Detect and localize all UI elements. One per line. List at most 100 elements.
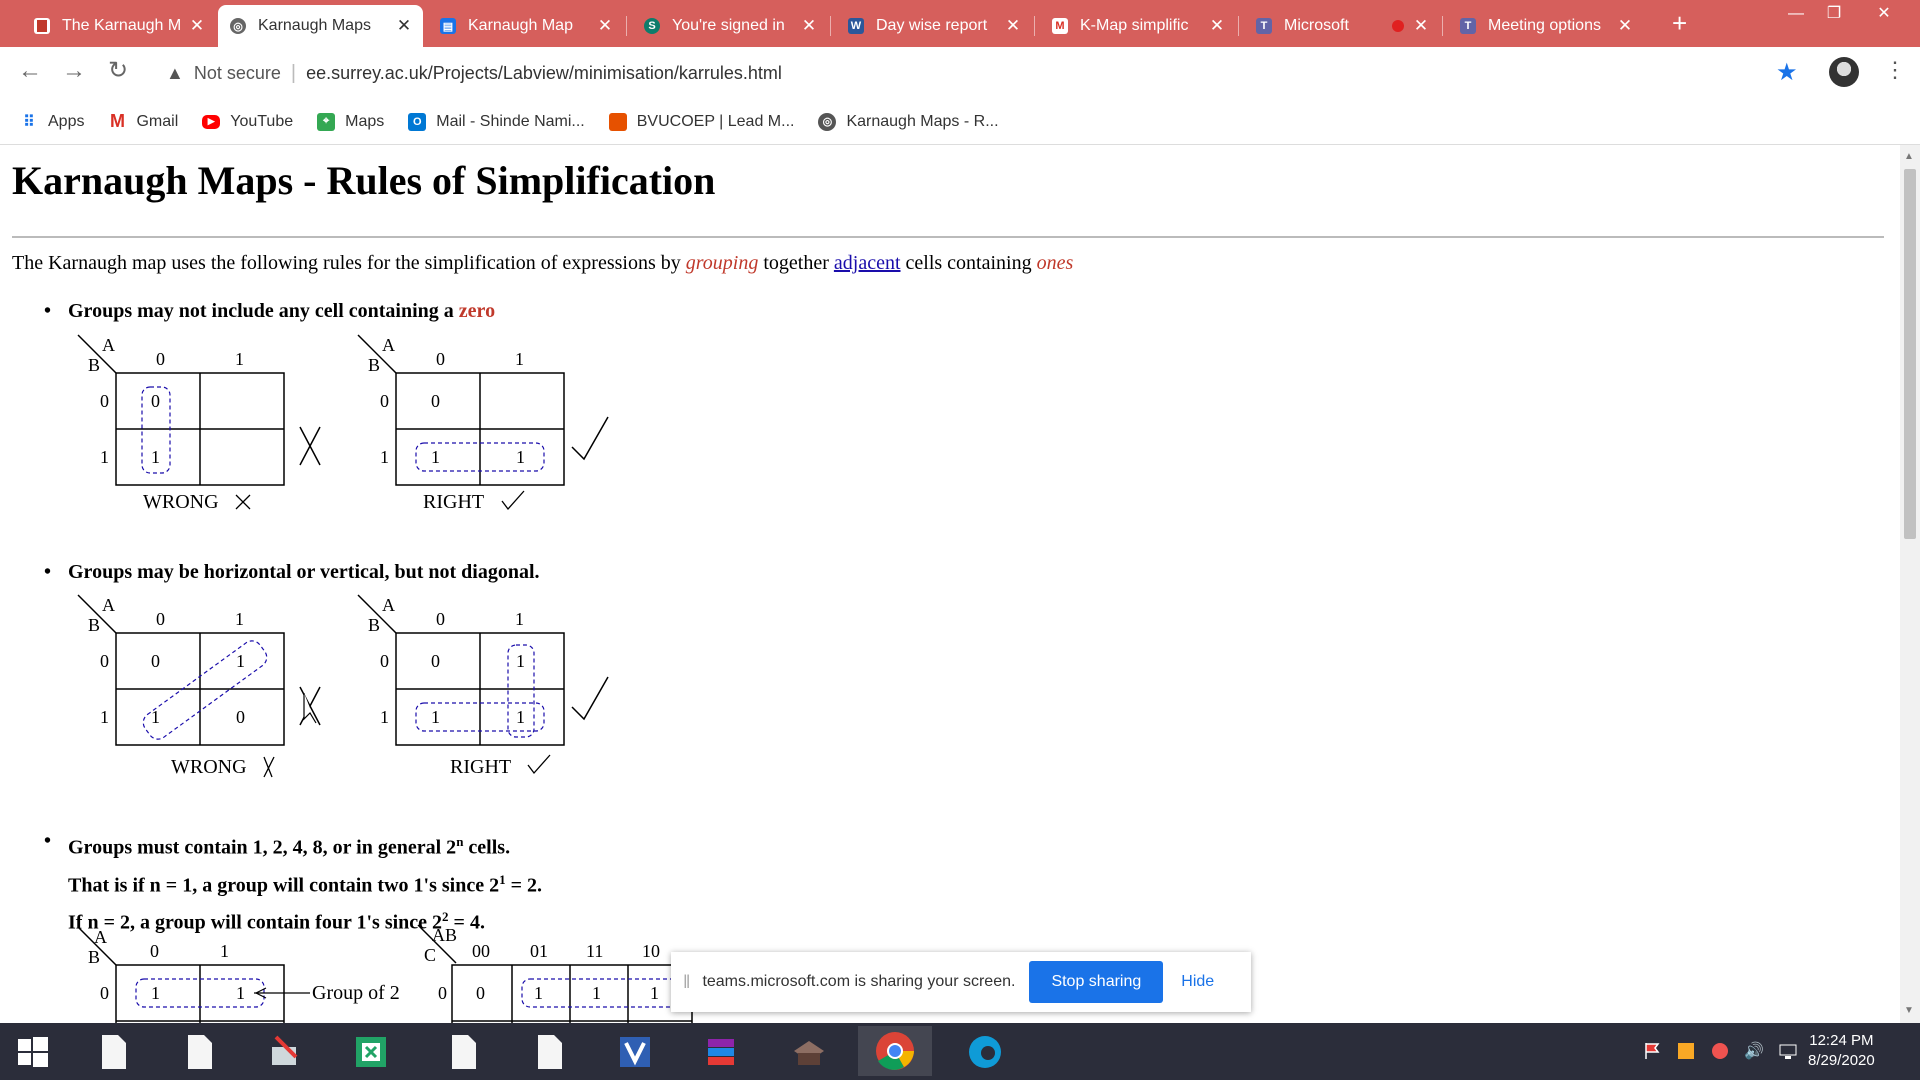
edge-icon[interactable]	[966, 1033, 1004, 1071]
tab-microsoft[interactable]: T Microsoft ✕	[1244, 5, 1440, 47]
tab-signed-in[interactable]: S You're signed in ✕	[632, 5, 828, 47]
file-icon[interactable]	[180, 1033, 218, 1071]
tab-title: Meeting options	[1488, 17, 1601, 34]
close-icon[interactable]: ✕	[1614, 16, 1636, 36]
clock-time: 12:24 PM	[1809, 1032, 1874, 1049]
tab-day-wise-report[interactable]: W Day wise report ✕	[836, 5, 1032, 47]
svg-text:0: 0	[156, 609, 165, 629]
scroll-thumb[interactable]	[1904, 169, 1916, 539]
cell-value: 1	[236, 983, 245, 1003]
chrome-icon[interactable]	[858, 1026, 932, 1076]
svg-text:1: 1	[235, 349, 244, 369]
checkmark-icon	[527, 754, 551, 775]
kmap-diagram: AB C 00 01 11 10 0 0 1 1 1	[417, 924, 693, 1023]
visual-studio-icon[interactable]	[616, 1033, 654, 1071]
system-clock[interactable]: 12:24 PM 8/29/2020	[1808, 1031, 1875, 1071]
tab-title: Day wise report	[876, 17, 988, 34]
antivirus-icon[interactable]	[1676, 1041, 1696, 1061]
stop-sharing-button[interactable]: Stop sharing	[1029, 961, 1164, 1003]
tab-separator	[830, 16, 831, 36]
bookmark-gmail[interactable]: M Gmail	[108, 111, 178, 131]
cell-value: 1	[431, 707, 440, 727]
cross-mark-icon	[299, 426, 321, 466]
file-icon[interactable]	[94, 1033, 132, 1071]
cell-value: 0	[431, 391, 440, 411]
close-icon[interactable]: ✕	[393, 16, 415, 36]
spreadsheet-app-icon[interactable]	[352, 1033, 390, 1071]
tab-karnaugh-active[interactable]: ◎ Karnaugh Maps ✕	[218, 5, 423, 47]
tab-karnaugh-3[interactable]: ▤ Karnaugh Map ✕	[428, 5, 624, 47]
file-icon[interactable]	[530, 1033, 568, 1071]
cell-value: 1	[516, 651, 525, 671]
menu-kebab-icon[interactable]: ⋮	[1884, 57, 1906, 83]
cell-value: 0	[151, 391, 160, 411]
intro-text: cells containing	[900, 252, 1037, 274]
back-arrow-icon[interactable]: ←	[18, 59, 42, 83]
cell-value: 1	[534, 983, 543, 1003]
reload-icon[interactable]: ↻	[108, 59, 128, 83]
tab-kmap-simplification[interactable]: M K-Map simplific ✕	[1040, 5, 1236, 47]
bookmark-bvucoep[interactable]: BVUCOEP | Lead M...	[608, 112, 794, 131]
bookmark-karnaugh[interactable]: ◎ Karnaugh Maps - R...	[818, 112, 999, 131]
cell-value: 1	[650, 983, 659, 1003]
bookmark-star-icon[interactable]: ★	[1776, 58, 1798, 87]
bookmark-label: Maps	[345, 112, 385, 130]
url-text[interactable]: ee.surrey.ac.uk/Projects/Labview/minimis…	[306, 63, 782, 84]
paint-tool-icon[interactable]	[266, 1033, 304, 1071]
bookmark-maps[interactable]: ⌖ Maps	[317, 112, 385, 131]
winrar-icon[interactable]	[702, 1033, 740, 1071]
archive-app-icon[interactable]	[790, 1033, 828, 1071]
tab-separator	[1442, 16, 1443, 36]
windows-start-icon[interactable]	[14, 1033, 52, 1071]
rule-text: That is if n = 1, a group will contain t…	[68, 874, 500, 897]
svg-text:0: 0	[100, 391, 109, 411]
checkmark-icon	[571, 676, 609, 721]
restore-button[interactable]: ❐	[1812, 0, 1856, 30]
drag-handle-icon[interactable]: ‖	[683, 972, 690, 993]
close-icon[interactable]: ✕	[798, 16, 820, 36]
bookmark-mail[interactable]: O Mail - Shinde Nami...	[408, 112, 585, 131]
new-tab-button[interactable]: +	[1672, 8, 1687, 39]
rule-text: Groups may not include any cell containi…	[68, 300, 459, 322]
divider: |	[290, 61, 297, 84]
close-icon[interactable]: ✕	[1002, 16, 1024, 36]
file-icon[interactable]	[444, 1033, 482, 1071]
forward-arrow-icon[interactable]: →	[62, 59, 86, 83]
bookmark-apps[interactable]: ⠿ Apps	[20, 113, 84, 131]
close-icon[interactable]: ✕	[186, 16, 208, 36]
flag-icon[interactable]	[1642, 1041, 1662, 1061]
svg-text:0: 0	[156, 349, 165, 369]
scroll-down-icon[interactable]: ▼	[1904, 1005, 1914, 1016]
checkmark-icon	[571, 416, 609, 461]
volume-icon[interactable]: 🔊	[1744, 1041, 1764, 1061]
close-icon[interactable]: ✕	[594, 16, 616, 36]
hide-button[interactable]: Hide	[1181, 973, 1214, 991]
scroll-up-icon[interactable]: ▲	[1904, 151, 1914, 162]
window-close-button[interactable]: ✕	[1862, 0, 1906, 30]
zero-term: zero	[458, 300, 496, 322]
tab-karnaugh-1[interactable]: The Karnaugh M ✕	[22, 5, 216, 47]
warning-icon[interactable]: ▲	[166, 63, 184, 84]
var-a-label: A	[94, 927, 107, 947]
bookmark-youtube[interactable]: ▶ YouTube	[202, 113, 293, 131]
var-b-label: B	[88, 355, 100, 375]
cell-value: 0	[431, 651, 440, 671]
tab-title: Microsoft	[1284, 17, 1349, 34]
doc-icon: ▤	[440, 18, 456, 34]
security-status[interactable]: Not secure	[194, 63, 281, 84]
vertical-scrollbar[interactable]: ▲ ▼	[1900, 145, 1920, 1023]
cross-mark-icon	[299, 686, 321, 726]
rule-text: Groups may be horizontal or vertical, bu…	[68, 561, 540, 583]
close-icon[interactable]: ✕	[1410, 16, 1432, 36]
avatar[interactable]	[1829, 57, 1859, 87]
adjacent-link[interactable]: adjacent	[834, 252, 901, 274]
svg-text:0: 0	[380, 391, 389, 411]
tab-meeting-options[interactable]: T Meeting options ✕	[1448, 5, 1644, 47]
network-icon[interactable]	[1778, 1041, 1798, 1061]
address-bar[interactable]: ▲ Not secure | ee.surrey.ac.uk/Projects/…	[152, 55, 1802, 91]
tab-separator	[626, 16, 627, 36]
close-icon[interactable]: ✕	[1206, 16, 1228, 36]
var-b-label: B	[368, 355, 380, 375]
wrong-caption: WRONG	[143, 491, 219, 513]
app-tray-icon[interactable]	[1710, 1041, 1730, 1061]
